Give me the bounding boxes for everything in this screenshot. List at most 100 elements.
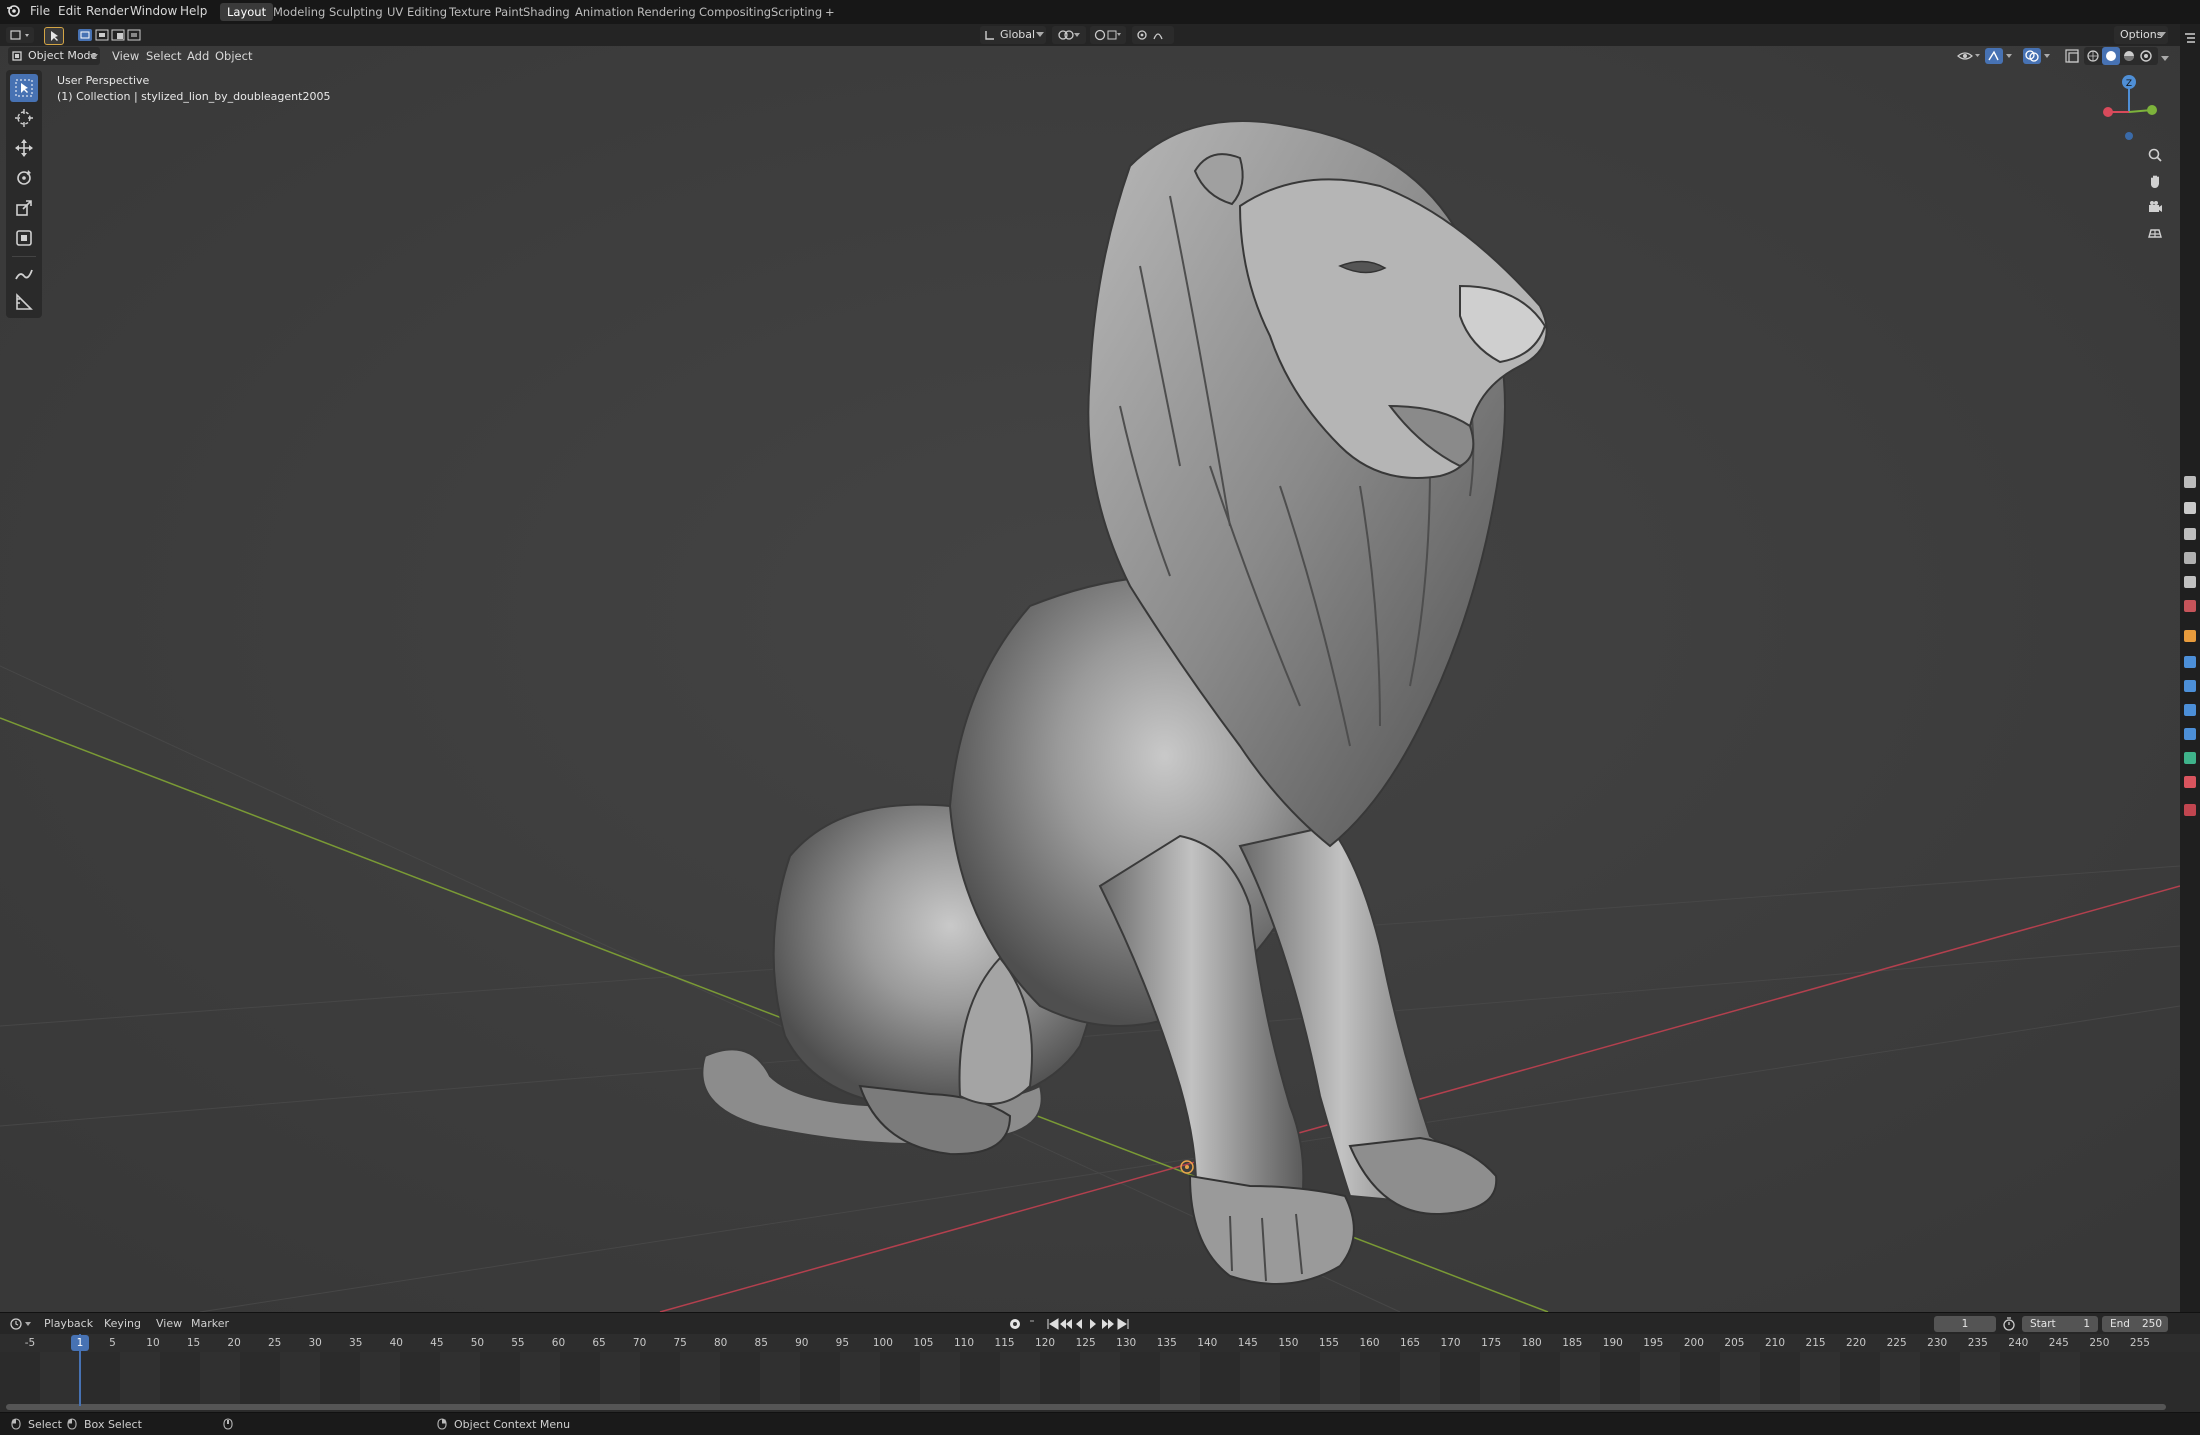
navigation-gizmo[interactable]: Z: [2094, 72, 2164, 152]
viewport-menu-select[interactable]: Select: [146, 49, 181, 63]
frame-tick-label: 85: [754, 1337, 768, 1349]
frame-tick-label: 205: [1724, 1337, 1745, 1349]
collection-label: (1) Collection | stylized_lion_by_double…: [57, 90, 331, 103]
shading-mode-buttons[interactable]: [2084, 47, 2158, 65]
start-frame-field[interactable]: Start 1: [2022, 1316, 2098, 1332]
frame-tick-label: 45: [430, 1337, 444, 1349]
world-tab-icon[interactable]: [2184, 600, 2196, 612]
material-tab-icon[interactable]: [2184, 776, 2196, 788]
visibility-icon[interactable]: [1956, 48, 1982, 64]
timeline-area[interactable]: [0, 1352, 2200, 1412]
3d-viewport[interactable]: Z User Perspective (1) Collection | styl…: [0, 46, 2180, 1312]
frame-tick-label: 215: [1805, 1337, 1826, 1349]
frame-tick-label: 235: [1967, 1337, 1988, 1349]
mouse-middle-icon: [222, 1418, 234, 1430]
select-box-tool-icon[interactable]: [10, 74, 38, 102]
pivot-point-icon[interactable]: [1052, 26, 1086, 44]
add-workspace-button[interactable]: +: [818, 3, 842, 21]
frame-tick-label: 200: [1683, 1337, 1704, 1349]
frame-tick-label: 35: [349, 1337, 363, 1349]
output-properties-tab-icon[interactable]: [2184, 528, 2196, 540]
viewport-menu-add[interactable]: Add: [187, 49, 209, 63]
particles-tab-icon[interactable]: [2184, 680, 2196, 692]
transform-orientation-dropdown[interactable]: Global: [980, 26, 1046, 44]
timeline-editor-type-icon[interactable]: [8, 1316, 34, 1332]
frame-tick-label: 115: [994, 1337, 1015, 1349]
playhead-frame-indicator[interactable]: 1: [71, 1335, 89, 1351]
timeline-menu-marker[interactable]: Marker: [191, 1317, 229, 1330]
orthographic-toggle-icon[interactable]: [2142, 220, 2168, 246]
render-properties-tab-icon[interactable]: [2184, 502, 2196, 514]
options-dropdown[interactable]: Options: [2114, 26, 2168, 44]
timeline-menu-playback[interactable]: Playback: [44, 1317, 93, 1330]
timeline-ruler[interactable]: -5 5 10 15 20 25 30 35 40 45 50 55 60 65 70 75 80 85 90 95 1…: [0, 1334, 2200, 1352]
object-properties-tab-icon[interactable]: [2184, 630, 2196, 642]
frame-tick-label: 10: [146, 1337, 160, 1349]
xray-toggle-icon[interactable]: [2064, 48, 2080, 64]
select-tool-icon[interactable]: [44, 27, 64, 45]
menu-window[interactable]: Window: [130, 4, 177, 18]
constraints-tab-icon[interactable]: [2184, 728, 2196, 740]
perspective-label: User Perspective: [57, 74, 150, 87]
selection-mode-icons[interactable]: [76, 27, 156, 43]
timeline-scrollbar[interactable]: [6, 1404, 2166, 1410]
camera-view-icon[interactable]: [2142, 194, 2168, 220]
editor-type-icon[interactable]: [6, 27, 34, 43]
snap-icon[interactable]: [1090, 26, 1126, 44]
frame-tick-label: 80: [714, 1337, 728, 1349]
viewport-menu-object[interactable]: Object: [215, 49, 252, 63]
frame-tick-label: 25: [267, 1337, 282, 1349]
frame-tick-label: 170: [1440, 1337, 1461, 1349]
texture-tab-icon[interactable]: [2184, 804, 2196, 816]
mode-dropdown[interactable]: Object Mode: [8, 47, 100, 65]
status-bar: Select Box Select Object Context Menu: [0, 1412, 2200, 1435]
physics-tab-icon[interactable]: [2184, 704, 2196, 716]
menu-help[interactable]: Help: [180, 4, 207, 18]
frame-tick-label: 195: [1643, 1337, 1664, 1349]
overlays-toggle-icon[interactable]: [2022, 47, 2052, 65]
timeline-menu-view[interactable]: View: [156, 1317, 182, 1330]
rotate-tool-icon[interactable]: [10, 164, 38, 192]
end-frame-field[interactable]: End 250: [2102, 1316, 2168, 1332]
frame-tick-label: 185: [1562, 1337, 1583, 1349]
viewport-menu-view[interactable]: View: [112, 49, 139, 63]
frame-tick-label: 105: [913, 1337, 934, 1349]
menu-file[interactable]: File: [30, 4, 50, 18]
proportional-editing-icon[interactable]: [1132, 26, 1174, 44]
menu-render[interactable]: Render: [86, 4, 129, 18]
status-box-select-hint: Box Select: [84, 1418, 142, 1431]
view-layer-tab-icon[interactable]: [2184, 552, 2196, 564]
shading-options-chevron-icon[interactable]: [2160, 52, 2170, 61]
blender-logo-icon[interactable]: [6, 3, 20, 20]
timeline-menu-keying[interactable]: Keying: [104, 1317, 141, 1330]
frame-tick-label: 220: [1846, 1337, 1867, 1349]
move-tool-icon[interactable]: [10, 134, 38, 162]
frame-range-band: [0, 1352, 2094, 1404]
frame-tick-label: 165: [1400, 1337, 1421, 1349]
transform-tool-icon[interactable]: [10, 224, 38, 252]
frame-tick-label: 150: [1278, 1337, 1299, 1349]
frame-tick-label: 225: [1886, 1337, 1907, 1349]
timeline-header: Playback Keying View Marker 1 Start 1 En…: [0, 1312, 2200, 1335]
outliner-icon[interactable]: [2184, 32, 2196, 44]
current-frame-field[interactable]: 1: [1934, 1316, 1996, 1332]
tool-properties-tab-icon[interactable]: [2184, 476, 2196, 488]
menu-edit[interactable]: Edit: [58, 4, 81, 18]
zoom-icon[interactable]: [2142, 142, 2168, 168]
scale-tool-icon[interactable]: [10, 194, 38, 222]
frame-tick-label: 60: [551, 1337, 566, 1349]
data-tab-icon[interactable]: [2184, 752, 2196, 764]
pan-hand-icon[interactable]: [2142, 168, 2168, 194]
modifier-tab-icon[interactable]: [2184, 656, 2196, 668]
stopwatch-icon[interactable]: [2002, 1317, 2016, 1331]
playback-controls[interactable]: [1008, 1316, 1138, 1332]
frame-tick-label: 255: [2129, 1337, 2150, 1349]
gizmo-toggle-icon[interactable]: [1984, 47, 2014, 65]
frame-tick-label: 20: [227, 1337, 241, 1349]
measure-tool-icon[interactable]: [10, 288, 38, 316]
cursor-tool-icon[interactable]: [10, 104, 38, 132]
scene-tab-icon[interactable]: [2184, 576, 2196, 588]
annotate-tool-icon[interactable]: [10, 260, 38, 288]
frame-tick-label: 140: [1197, 1337, 1218, 1349]
frame-tick-label: 65: [592, 1337, 606, 1349]
